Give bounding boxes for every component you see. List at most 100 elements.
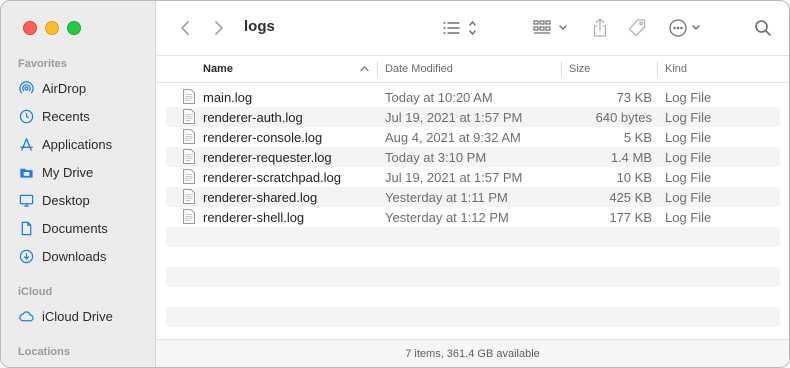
status-bar: 7 items, 361.4 GB available <box>156 339 789 367</box>
column-divider[interactable] <box>377 61 378 77</box>
sidebar-item-documents[interactable]: Documents <box>18 218 108 238</box>
sidebar-item-label: Applications <box>42 136 113 152</box>
sidebar-item-label: Desktop <box>42 192 90 208</box>
file-size: 73 KB <box>616 90 652 105</box>
document-icon <box>18 220 34 236</box>
log-file-icon <box>183 149 195 164</box>
column-divider[interactable] <box>657 61 658 77</box>
column-name-label: Name <box>203 63 233 75</box>
finder-window: Favorites AirDrop Recents Applications M… <box>0 0 790 368</box>
sidebar-item-label: Downloads <box>42 248 107 264</box>
favorites-section-title: Favorites <box>18 58 67 70</box>
log-file-icon <box>183 209 195 224</box>
file-row[interactable]: renderer-shell.log Yesterday at 1:12 PM … <box>166 207 780 227</box>
forward-button[interactable] <box>212 18 226 38</box>
window-title: logs <box>244 18 275 35</box>
file-size: 5 KB <box>623 130 652 145</box>
tag-icon <box>628 19 646 37</box>
file-date: Yesterday at 1:11 PM <box>385 190 508 205</box>
sidebar-item-recents[interactable]: Recents <box>18 106 90 126</box>
list-view-icon <box>443 20 476 36</box>
column-divider[interactable] <box>561 61 562 77</box>
file-row[interactable]: renderer-auth.log Jul 19, 2021 at 1:57 P… <box>166 107 780 127</box>
sidebar-item-icloud-drive[interactable]: iCloud Drive <box>18 306 113 326</box>
view-mode-button[interactable] <box>443 18 479 38</box>
chevron-right-icon <box>215 21 223 35</box>
file-name: renderer-requester.log <box>203 150 332 165</box>
ellipsis-circle-icon <box>669 19 700 37</box>
file-date: Jul 19, 2021 at 1:57 PM <box>385 170 523 185</box>
status-text: 7 items, 361.4 GB available <box>405 347 540 360</box>
sidebar-item-label: Recents <box>42 108 90 124</box>
file-list: main.log Today at 10:20 AM 73 KB Log Fil… <box>166 87 780 327</box>
empty-row <box>166 307 780 327</box>
minimize-button[interactable] <box>45 21 59 35</box>
file-size: 640 bytes <box>595 110 652 125</box>
file-row[interactable]: renderer-console.log Aug 4, 2021 at 9:32… <box>166 127 780 147</box>
sidebar-item-label: Documents <box>42 220 108 236</box>
empty-row <box>166 267 780 287</box>
file-kind: Log File <box>665 130 712 145</box>
file-date: Today at 3:10 PM <box>385 150 487 165</box>
share-button[interactable] <box>591 18 609 38</box>
file-kind: Log File <box>665 190 712 205</box>
empty-row <box>166 287 780 307</box>
file-kind: Log File <box>665 170 712 185</box>
file-row[interactable]: renderer-requester.log Today at 3:10 PM … <box>166 147 780 167</box>
file-size: 177 KB <box>609 210 652 225</box>
sidebar-item-my-drive[interactable]: My Drive <box>18 162 93 182</box>
locations-section-title: Locations <box>18 346 70 358</box>
file-date: Today at 10:20 AM <box>385 90 493 105</box>
column-date-label: Date Modified <box>385 63 453 75</box>
file-date: Jul 19, 2021 at 1:57 PM <box>385 110 523 125</box>
file-kind: Log File <box>665 90 712 105</box>
file-name: renderer-shell.log <box>203 210 305 225</box>
action-menu-button[interactable] <box>668 18 704 38</box>
column-name[interactable]: Name <box>203 56 233 82</box>
column-size[interactable]: Size <box>569 56 590 82</box>
file-kind: Log File <box>665 210 712 225</box>
search-button[interactable] <box>754 18 772 38</box>
file-name: main.log <box>203 90 253 105</box>
file-name: renderer-scratchpad.log <box>203 170 342 185</box>
sidebar-item-label: AirDrop <box>42 80 87 96</box>
log-file-icon <box>183 89 195 104</box>
cloud-icon <box>18 308 34 324</box>
file-name: renderer-auth.log <box>203 110 303 125</box>
file-kind: Log File <box>665 150 712 165</box>
chevron-left-icon <box>181 21 189 35</box>
group-button[interactable] <box>533 18 571 38</box>
column-kind-label: Kind <box>665 63 688 75</box>
log-file-icon <box>183 129 195 144</box>
log-file-icon <box>183 189 195 204</box>
sidebar-item-label: iCloud Drive <box>42 308 113 324</box>
back-button[interactable] <box>178 18 192 38</box>
sidebar-item-downloads[interactable]: Downloads <box>18 246 106 266</box>
sidebar-item-desktop[interactable]: Desktop <box>18 190 90 210</box>
empty-row <box>166 247 780 267</box>
file-row[interactable]: renderer-scratchpad.log Jul 19, 2021 at … <box>166 167 780 187</box>
clock-icon <box>18 108 34 124</box>
tag-button[interactable] <box>627 18 647 38</box>
file-kind: Log File <box>665 110 712 125</box>
file-row[interactable]: main.log Today at 10:20 AM 73 KB Log Fil… <box>166 87 780 107</box>
sort-ascending-icon[interactable] <box>360 65 369 72</box>
empty-row <box>166 227 780 247</box>
file-row[interactable]: renderer-shared.log Yesterday at 1:11 PM… <box>166 187 780 207</box>
maximize-button[interactable] <box>67 21 81 35</box>
column-header: Name Date Modified Size Kind <box>156 55 789 83</box>
column-size-label: Size <box>569 63 591 75</box>
column-kind[interactable]: Kind <box>665 56 687 82</box>
airdrop-icon <box>18 80 34 96</box>
file-name: renderer-shared.log <box>203 190 318 205</box>
folder-icon <box>18 164 34 180</box>
sidebar-item-applications[interactable]: Applications <box>18 134 112 154</box>
column-date-modified[interactable]: Date Modified <box>385 56 453 82</box>
grid-group-icon <box>533 20 567 34</box>
window-controls <box>23 21 81 35</box>
search-icon <box>755 20 771 36</box>
close-button[interactable] <box>23 21 37 35</box>
log-file-icon <box>183 109 195 124</box>
sidebar-item-airdrop[interactable]: AirDrop <box>18 78 86 98</box>
sidebar-item-label: My Drive <box>42 164 94 180</box>
